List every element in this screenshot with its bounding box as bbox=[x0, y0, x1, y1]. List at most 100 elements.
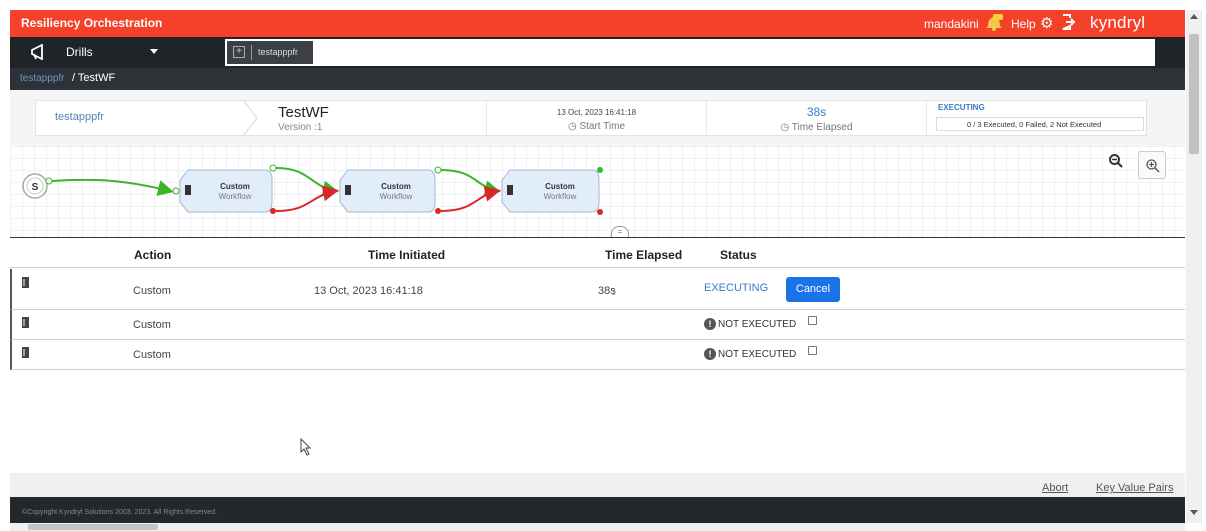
col-status: Status bbox=[720, 248, 757, 262]
status-executing-link[interactable]: EXECUTING bbox=[704, 282, 768, 294]
col-time-elapsed: Time Elapsed bbox=[605, 248, 683, 262]
action-icon bbox=[22, 277, 29, 288]
connector-failure bbox=[435, 208, 441, 214]
scroll-up-icon[interactable] bbox=[1190, 14, 1198, 19]
app-title: Resiliency Orchestration bbox=[21, 16, 163, 30]
col-time-initiated: Time Initiated bbox=[368, 248, 446, 262]
breadcrumb-workflow: / TestWF bbox=[72, 72, 116, 84]
start-time-label-text: Start Time bbox=[579, 121, 626, 132]
horizontal-scrollbar[interactable] bbox=[10, 523, 1185, 531]
action-links-bar: Abort Key Value Pairs bbox=[10, 473, 1185, 497]
connector-success bbox=[434, 166, 442, 174]
connector-success bbox=[269, 164, 277, 172]
table-row[interactable]: Custom 13 Oct, 2023 16:41:18 38s EXECUTI… bbox=[10, 269, 1185, 310]
node-subtitle: Workflow bbox=[543, 192, 577, 201]
nav-bar: Drills + testapppfr bbox=[10, 37, 1185, 68]
zoom-out-icon[interactable] bbox=[1108, 153, 1128, 173]
node-subtitle: Workflow bbox=[218, 192, 252, 201]
tab-divider bbox=[251, 45, 252, 60]
table-row[interactable]: Custom ! NOT EXECUTED bbox=[10, 340, 1185, 370]
abort-link[interactable]: Abort bbox=[1042, 482, 1068, 494]
action-cell: Custom bbox=[133, 319, 171, 331]
node-title: Custom bbox=[381, 182, 411, 191]
zoom-in-icon bbox=[1146, 159, 1160, 173]
node-label-3: Custom Workflow bbox=[530, 182, 590, 202]
user-name[interactable]: mandakini bbox=[924, 17, 979, 31]
workflow-header: testapppfr TestWF Version :1 13 Oct, 202… bbox=[10, 90, 1185, 146]
gear-icon[interactable]: ⚙ bbox=[1040, 14, 1053, 32]
node-title: Custom bbox=[220, 182, 250, 191]
row-checkbox[interactable] bbox=[808, 346, 817, 355]
divider bbox=[926, 101, 927, 135]
col-action: Action bbox=[134, 248, 172, 262]
breadcrumb: testapppfr / TestWF bbox=[10, 68, 1185, 90]
logout-icon[interactable] bbox=[1061, 14, 1075, 30]
node-title: Custom bbox=[545, 182, 575, 191]
start-node-label: S bbox=[32, 182, 39, 193]
edge-success bbox=[440, 169, 501, 197]
node-label-2: Custom Workflow bbox=[366, 182, 426, 202]
edge-success bbox=[51, 178, 174, 196]
connector-success bbox=[597, 167, 603, 173]
scrollbar-thumb[interactable] bbox=[28, 524, 158, 530]
app-window: Resiliency Orchestration mandakini Help … bbox=[0, 0, 1206, 531]
megaphone-icon bbox=[31, 44, 43, 60]
connector-dot bbox=[45, 177, 53, 185]
time-initiated-cell: 13 Oct, 2023 16:41:18 bbox=[314, 285, 423, 297]
drills-menu[interactable]: Drills bbox=[66, 45, 93, 59]
elapsed-label-text: Time Elapsed bbox=[791, 122, 853, 133]
status-cell: NOT EXECUTED bbox=[718, 349, 797, 360]
status-badge: EXECUTING bbox=[938, 103, 985, 112]
node-icon bbox=[345, 185, 351, 195]
action-icon bbox=[22, 347, 29, 358]
node-icon bbox=[185, 185, 191, 195]
row-checkbox[interactable] bbox=[808, 316, 817, 325]
brand-logo: kyndryl bbox=[1090, 13, 1146, 32]
page-footer: ©Copyright Kyndryl Solutions 2003, 2023.… bbox=[10, 497, 1185, 523]
scrollbar-thumb[interactable] bbox=[1189, 34, 1199, 154]
top-bar: Resiliency Orchestration mandakini Help … bbox=[10, 10, 1185, 37]
node-icon bbox=[507, 185, 513, 195]
alert-icon: ! bbox=[704, 348, 716, 360]
elapsed-label: ◷ Time Elapsed bbox=[780, 122, 853, 133]
chevron-right-icon bbox=[242, 100, 258, 136]
tab-label: testapppfr bbox=[258, 47, 299, 57]
action-icon bbox=[22, 317, 29, 328]
breadcrumb-project[interactable]: testapppfr bbox=[20, 73, 64, 84]
edge-success bbox=[275, 167, 339, 197]
notification-bell-icon[interactable] bbox=[984, 13, 1004, 31]
project-link[interactable]: testapppfr bbox=[55, 111, 104, 123]
tab-strip: + testapppfr bbox=[225, 39, 1155, 66]
node-subtitle: Workflow bbox=[379, 192, 413, 201]
table-header: Action Time Initiated Time Elapsed Statu… bbox=[10, 238, 1185, 268]
start-time-value: 13 Oct, 2023 16:41:18 bbox=[556, 108, 637, 117]
table-row[interactable]: Custom ! NOT EXECUTED bbox=[10, 310, 1185, 340]
workflow-name: TestWF bbox=[278, 104, 329, 121]
edge-failure bbox=[440, 185, 501, 212]
tab-testapppfr[interactable]: + testapppfr bbox=[227, 41, 313, 64]
alert-icon: ! bbox=[704, 318, 716, 330]
collapse-canvas-toggle[interactable]: = bbox=[611, 226, 629, 237]
copyright-text: ©Copyright Kyndryl Solutions 2003, 2023.… bbox=[22, 509, 218, 516]
chevron-down-icon[interactable] bbox=[150, 49, 158, 54]
mouse-cursor-icon bbox=[300, 438, 312, 456]
key-value-pairs-link[interactable]: Key Value Pairs bbox=[1096, 482, 1173, 494]
workflow-version: Version :1 bbox=[278, 122, 323, 133]
start-time-label: ◷ Start Time bbox=[567, 121, 626, 132]
node-label-1: Custom Workflow bbox=[205, 182, 265, 202]
expand-icon[interactable]: + bbox=[233, 46, 245, 58]
scroll-down-icon[interactable] bbox=[1190, 510, 1198, 515]
help-link[interactable]: Help bbox=[1011, 17, 1036, 31]
vertical-scrollbar[interactable] bbox=[1186, 10, 1202, 523]
cancel-button[interactable]: Cancel bbox=[786, 277, 840, 302]
connector-failure bbox=[270, 208, 276, 214]
action-cell: Custom bbox=[133, 349, 171, 361]
elapsed-value: 38s bbox=[806, 105, 827, 119]
progress-summary: 0 / 3 Executed, 0 Failed, 2 Not Executed bbox=[936, 117, 1144, 131]
connector-failure bbox=[597, 209, 603, 215]
status-cell: NOT EXECUTED bbox=[718, 319, 797, 330]
edge-failure bbox=[275, 185, 339, 212]
loading-icon: ↄ bbox=[611, 287, 616, 298]
zoom-in-button[interactable] bbox=[1138, 151, 1166, 179]
summary-card: testapppfr TestWF Version :1 13 Oct, 202… bbox=[35, 100, 1147, 136]
